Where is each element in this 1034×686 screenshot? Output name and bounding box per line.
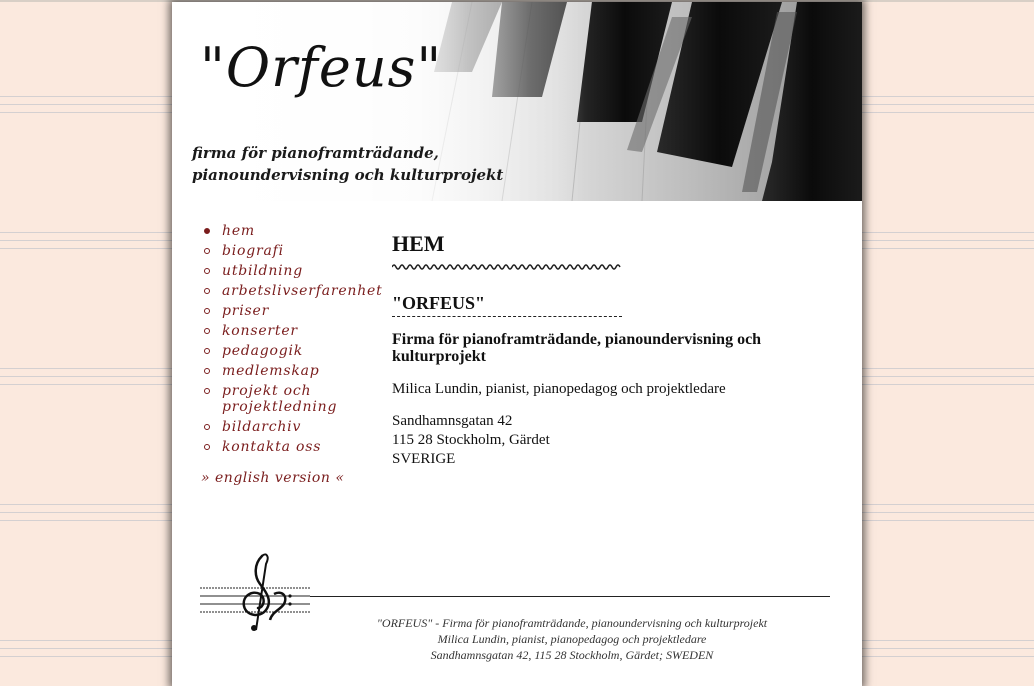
english-version-link[interactable]: » english version « [201,470,344,486]
nav-item-medlemskap[interactable]: medlemskap [200,363,370,379]
nav-item-label[interactable]: kontakta oss [222,439,321,455]
footer-line-2: Milica Lundin, pianist, pianopedagog och… [437,632,707,646]
bullet-icon [204,444,210,450]
treble-clef-icon [200,553,310,631]
nav-item-label[interactable]: priser [222,303,269,319]
nav-item-label[interactable]: projekt och projektledning [222,383,337,415]
nav-item-projekt[interactable]: projekt och projektledning [200,383,370,415]
nav-item-biografi[interactable]: biografi [200,243,370,259]
tagline-line-2: pianoundervisning och kulturprojekt [192,166,504,184]
bullet-icon [204,348,210,354]
bullet-icon [204,228,210,234]
nav-item-label[interactable]: bildarchiv [222,419,301,435]
address-block: Sandhamnsgatan 42 115 28 Stockholm, Gärd… [392,412,812,469]
section-heading: "ORFEUS" [392,293,622,317]
address-country: SVERIGE [392,451,456,467]
nav-item-label[interactable]: utbildning [222,263,303,279]
bullet-icon [204,368,210,374]
bullet-icon [204,424,210,430]
person-info: Milica Lundin, pianist, pianopedagog och… [392,381,726,397]
nav-item-label[interactable]: biografi [222,243,284,259]
nav-item-label[interactable]: arbetslivserfarenhet [222,283,383,299]
bullet-icon [204,288,210,294]
footer-line-3: Sandhamnsgatan 42, 115 28 Stockholm, Gär… [430,648,714,662]
site-tagline: firma för pianoframträdande, pianounderv… [192,142,503,186]
main-navigation: hem biografi utbildning arbetslivserfare… [200,223,382,459]
tagline-line-1: firma för pianoframträdande, [192,144,439,162]
header-banner: "Orfeus" firma för pianoframträdande, pi… [172,2,862,201]
nav-item-label[interactable]: medlemskap [222,363,320,379]
nav-item-priser[interactable]: priser [200,303,370,319]
firm-description: Firma för pianoframträdande, pianounderv… [392,331,762,365]
footer-divider [310,596,830,597]
bullet-icon [204,328,210,334]
page-title: HEM [392,231,445,256]
site-logo[interactable]: "Orfeus" [200,36,442,99]
nav-item-arbetslivserfarenhet[interactable]: arbetslivserfarenhet [200,283,382,299]
nav-item-konserter[interactable]: konserter [200,323,370,339]
bullet-icon [204,308,210,314]
footer-line-1: "ORFEUS" - Firma för pianoframträdande, … [376,616,768,630]
bullet-icon [204,388,210,394]
address-street: Sandhamnsgatan 42 [392,413,513,429]
nav-item-label[interactable]: pedagogik [222,343,303,359]
footer: "ORFEUS" - Firma för pianoframträdande, … [352,615,792,663]
nav-list: hem biografi utbildning arbetslivserfare… [200,223,382,455]
nav-item-label[interactable]: konserter [222,323,298,339]
nav-item-bildarchiv[interactable]: bildarchiv [200,419,370,435]
page-container: "Orfeus" firma för pianoframträdande, pi… [172,2,862,686]
nav-item-pedagogik[interactable]: pedagogik [200,343,370,359]
nav-item-kontakta-oss[interactable]: kontakta oss [200,439,370,455]
bullet-icon [204,248,210,254]
nav-item-label[interactable]: hem [222,223,255,239]
nav-item-utbildning[interactable]: utbildning [200,263,370,279]
bullet-icon [204,268,210,274]
wavy-underline [391,264,621,270]
main-content: HEM "ORFEUS" Firma för pianoframträdande… [391,231,812,469]
nav-item-hem[interactable]: hem [200,223,370,239]
address-city: 115 28 Stockholm, Gärdet [392,432,550,448]
